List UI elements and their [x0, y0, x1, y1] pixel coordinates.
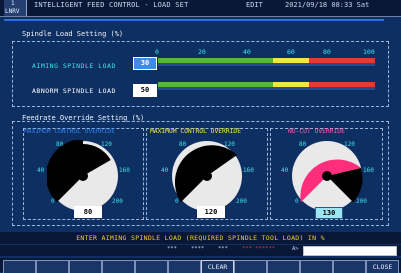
aiming-spindle-load-input[interactable]: 30	[133, 57, 157, 70]
input-status-3: ***	[218, 246, 228, 252]
gauge-2-dial	[172, 141, 242, 211]
gauge-2-tick-0: 0	[175, 198, 179, 205]
command-input[interactable]	[303, 246, 397, 256]
input-row: *** **** *** *** ****** A>	[0, 245, 401, 256]
spindle-scale-60: 60	[287, 48, 295, 56]
gauge-3-value[interactable]: 130	[315, 207, 343, 219]
gauge-1-title: MAXIMUM CONTROL OVERRIDE	[24, 128, 115, 135]
softkey-5[interactable]	[135, 260, 168, 273]
gauge-3-tick-40: 40	[281, 167, 289, 174]
gauge-3-tick-80: 80	[299, 141, 307, 148]
gauge-3-tick-160: 160	[363, 167, 374, 174]
machine-id-label: LNRV	[5, 8, 20, 15]
softkey-2[interactable]	[36, 260, 69, 273]
gauge-1-value[interactable]: 80	[74, 206, 102, 218]
header-divider	[4, 19, 384, 21]
softkey-3[interactable]	[69, 260, 102, 273]
spindle-scale-0: 0	[155, 48, 159, 56]
softkey-bar: CLEAR CLOSE	[0, 258, 401, 273]
softkey-10[interactable]	[300, 260, 333, 273]
title-bar: 1 LNRV INTELLIGENT FEED CONTROL - LOAD S…	[0, 0, 401, 17]
abnorm-load-track	[158, 87, 375, 90]
gauge-1-tick-0: 0	[51, 198, 55, 205]
operator-prompt: ENTER AIMING SPINDLE LOAD (REQUIRED SPIN…	[0, 232, 401, 244]
gauge-1-tick-200: 200	[112, 198, 123, 205]
abnorm-spindle-load-label: ABNORM SPINDLE LOAD	[32, 87, 116, 95]
gauge-2-value[interactable]: 120	[197, 206, 225, 218]
gauge-3-dial	[292, 141, 363, 211]
machine-id-badge: 1 LNRV	[4, 0, 27, 16]
gauge-3-tick-200: 200	[356, 198, 367, 205]
gauge-1-dial	[47, 140, 118, 211]
gauge-3-tick-0: 0	[295, 198, 299, 205]
gauge-1-tick-80: 80	[56, 141, 64, 148]
gauge-1-tick-40: 40	[37, 167, 45, 174]
spindle-scale-40: 40	[243, 48, 251, 56]
spindle-scale-80: 80	[323, 48, 331, 56]
softkey-6[interactable]	[168, 260, 201, 273]
gauge-2-tick-120: 120	[224, 141, 235, 148]
input-status-4: *** ******	[242, 246, 276, 252]
input-status-2: ****	[191, 246, 205, 252]
aiming-load-track	[158, 63, 375, 66]
clear-button[interactable]: CLEAR	[201, 260, 234, 273]
gauge-1-tick-160: 160	[119, 167, 130, 174]
feedrate-panel-title: Feedrate Override Setting (%)	[22, 114, 145, 122]
page-title: INTELLIGENT FEED CONTROL - LOAD SET	[34, 1, 189, 9]
aiming-spindle-load-label: AIMING SPINDLE LOAD	[32, 62, 116, 70]
abnorm-spindle-load-input[interactable]: 50	[133, 84, 157, 97]
softkey-9[interactable]	[267, 260, 300, 273]
gauge-2-tick-160: 160	[243, 167, 254, 174]
softkey-1[interactable]	[3, 260, 36, 273]
softkey-11[interactable]	[333, 260, 366, 273]
machine-id-number: 1	[11, 0, 15, 7]
close-button[interactable]: CLOSE	[366, 260, 399, 273]
gauge-3-title: NO-CUT OVERRIDE	[288, 128, 345, 135]
gauge-2-title: MAXIMUM CONTROL OVERRIDE	[150, 128, 241, 135]
datetime-display: 2021/09/18 08:33 Sat	[285, 1, 370, 9]
input-status-1: ***	[167, 246, 177, 252]
gauge-2-tick-200: 200	[236, 198, 247, 205]
mode-indicator: EDIT	[246, 1, 263, 9]
spindle-panel-title: Spindle Load Setting (%)	[22, 30, 124, 38]
gauge-1-tick-120: 120	[101, 141, 112, 148]
gauge-3-tick-120: 120	[344, 141, 355, 148]
softkey-4[interactable]	[102, 260, 135, 273]
softkey-8[interactable]	[234, 260, 267, 273]
gauge-2-tick-40: 40	[161, 167, 169, 174]
spindle-scale-100: 100	[363, 48, 375, 56]
input-prompt-char: A>	[292, 246, 299, 252]
spindle-scale-20: 20	[198, 48, 206, 56]
gauge-2-tick-80: 80	[179, 141, 187, 148]
